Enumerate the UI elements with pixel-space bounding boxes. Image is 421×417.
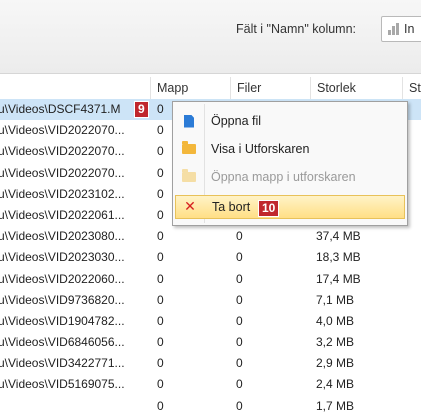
row-mapp: 0 [157, 398, 164, 413]
row-filer: 0 [236, 377, 243, 392]
row-filer: 0 [236, 250, 243, 265]
step-badge: 9 [134, 101, 149, 118]
delete-x-icon: ✕ [184, 199, 196, 215]
menu-item-label: Öppna mapp i utforskaren [211, 170, 356, 184]
step-badge: 10 [258, 200, 280, 217]
column-header: Mapp Filer Storlek St [0, 77, 421, 100]
row-mapp: 0 [157, 250, 164, 265]
folder-icon [182, 169, 196, 182]
row-mapp: 0 [157, 271, 164, 286]
table-row[interactable]: rku\Videos\VID9736820... 0 0 7,1 MB [0, 290, 421, 311]
row-name: rku\Videos\VID3422771... [0, 356, 125, 371]
menu-item-label: Öppna fil [211, 114, 262, 128]
row-size: 18,3 MB [316, 250, 361, 265]
row-mapp: 0 [157, 229, 164, 244]
name-column-field-value: In [404, 22, 415, 36]
column-header-name[interactable] [0, 77, 151, 99]
table-row[interactable]: rku\Videos\VID2023030... 0 0 18,3 MB [0, 247, 421, 268]
row-filer: 0 [236, 356, 243, 371]
row-filer: 0 [236, 271, 243, 286]
row-size: 3,2 MB [316, 335, 355, 350]
row-name: rku\Videos\VID6846056... [0, 335, 125, 350]
row-size: 2,9 MB [316, 356, 355, 371]
row-name: rku\Videos\VID2022061... [0, 207, 125, 222]
row-size: 4,0 MB [316, 313, 355, 328]
bar-chart-icon [388, 23, 400, 35]
row-name: rku\Videos\VID5169075... [0, 377, 125, 392]
menu-item-show-in-explorer[interactable]: Visa i Utforskaren [175, 137, 405, 161]
context-menu: Öppna fil Visa i Utforskaren Öppna mapp … [172, 101, 408, 226]
row-name: rku\Videos\VID1904782... [0, 313, 125, 328]
folder-icon [182, 141, 196, 154]
row-filer: 0 [236, 292, 243, 307]
table-row[interactable]: rku\Videos\VID5169075... 0 0 2,4 MB [0, 374, 421, 395]
row-name: rku\Videos\VID2023030... [0, 250, 125, 265]
row-name: rku\Videos\VID2022070... [0, 123, 125, 138]
row-size: 37,4 MB [316, 229, 361, 244]
row-mapp: 0 [157, 313, 164, 328]
column-header-filer[interactable]: Filer [231, 77, 311, 99]
menu-item-open-folder: Öppna mapp i utforskaren [175, 165, 405, 189]
table-row[interactable]: rku\Videos\VID3422771... 0 0 2,9 MB [0, 353, 421, 374]
row-size: 7,1 MB [316, 292, 355, 307]
column-header-mapp[interactable]: Mapp [151, 77, 231, 99]
row-name: rku\Videos\VID2022070... [0, 144, 125, 159]
file-icon [184, 114, 194, 128]
row-name: rku\Videos\DSCF4371.M [0, 102, 121, 116]
row-mapp: 0 [157, 356, 164, 371]
name-column-field-select[interactable]: In [381, 16, 421, 42]
row-name: rku\Videos\VID2022070... [0, 165, 125, 180]
menu-item-label: Visa i Utforskaren [211, 142, 310, 156]
row-mapp: 0 [157, 377, 164, 392]
row-name: rku\Videos\VID2023080... [0, 229, 125, 244]
row-filer: 0 [236, 398, 243, 413]
menu-item-label: Ta bort [212, 200, 251, 214]
menu-item-open-file[interactable]: Öppna fil [175, 109, 405, 133]
column-header-extra[interactable]: St [403, 77, 421, 99]
column-header-storlek[interactable]: Storlek [311, 77, 403, 99]
table-row[interactable]: rku\Videos\VID2023080... 0 0 37,4 MB [0, 226, 421, 247]
row-mapp: 0 [157, 292, 164, 307]
toolbar: Fält i "Namn" kolumn: In [0, 0, 421, 74]
row-filer: 0 [236, 229, 243, 244]
row-name: rku\Videos\VID9736820... [0, 292, 125, 307]
row-size: 2,4 MB [316, 377, 355, 392]
row-name: rku\Videos\VID2023102... [0, 186, 125, 201]
table-row[interactable]: rku\Videos\VID2022060... 0 0 17,4 MB [0, 269, 421, 290]
table-row[interactable]: rku\Videos\VID6846056... 0 0 3,2 MB [0, 332, 421, 353]
table-row[interactable]: 0 0 1,7 MB [0, 396, 421, 417]
row-size: 1,7 MB [316, 398, 355, 413]
menu-item-delete[interactable]: ✕ Ta bort [175, 195, 405, 219]
row-filer: 0 [236, 335, 243, 350]
row-filer: 0 [236, 313, 243, 328]
row-name: rku\Videos\VID2022060... [0, 271, 125, 286]
row-size: 17,4 MB [316, 271, 361, 286]
name-column-field-label: Fält i "Namn" kolumn: [236, 22, 357, 36]
table-row[interactable]: rku\Videos\VID1904782... 0 0 4,0 MB [0, 311, 421, 332]
row-mapp: 0 [157, 335, 164, 350]
